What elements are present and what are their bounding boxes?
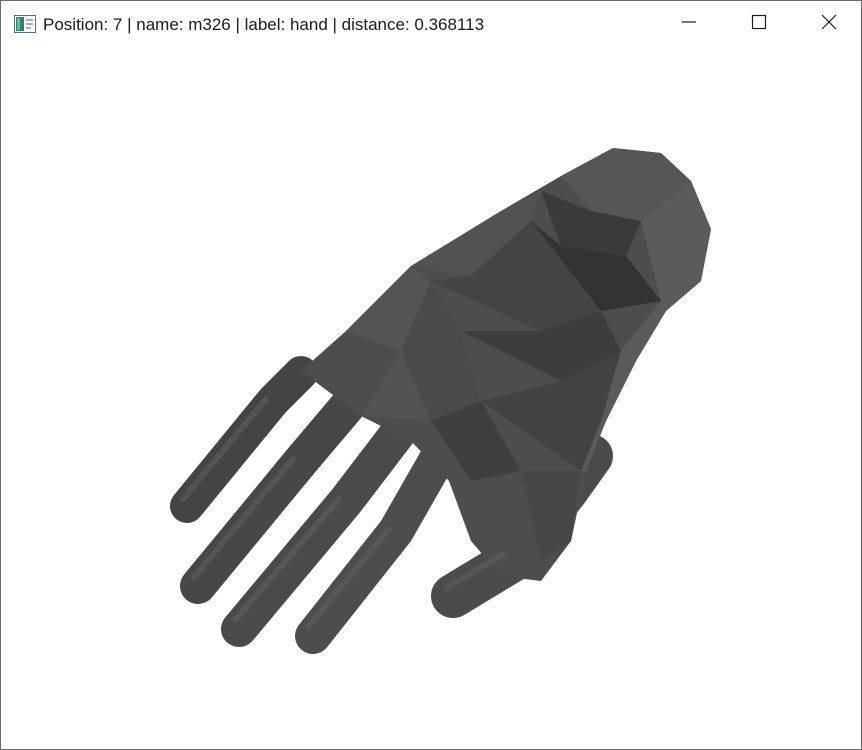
- minimize-button[interactable]: [654, 1, 724, 48]
- title-bar[interactable]: Position: 7 | name: m326 | label: hand |…: [1, 1, 862, 49]
- 3d-viewport[interactable]: [1, 48, 861, 749]
- app-window-icon: [14, 15, 36, 33]
- hand-mesh: [170, 148, 711, 654]
- window-title: Position: 7 | name: m326 | label: hand |…: [43, 15, 485, 34]
- close-button[interactable]: [794, 1, 862, 48]
- maximize-icon: [751, 14, 767, 35]
- app-window: Position: 7 | name: m326 | label: hand |…: [0, 0, 862, 750]
- close-icon: [821, 14, 837, 35]
- maximize-button[interactable]: [724, 1, 794, 48]
- minimize-icon: [681, 14, 697, 35]
